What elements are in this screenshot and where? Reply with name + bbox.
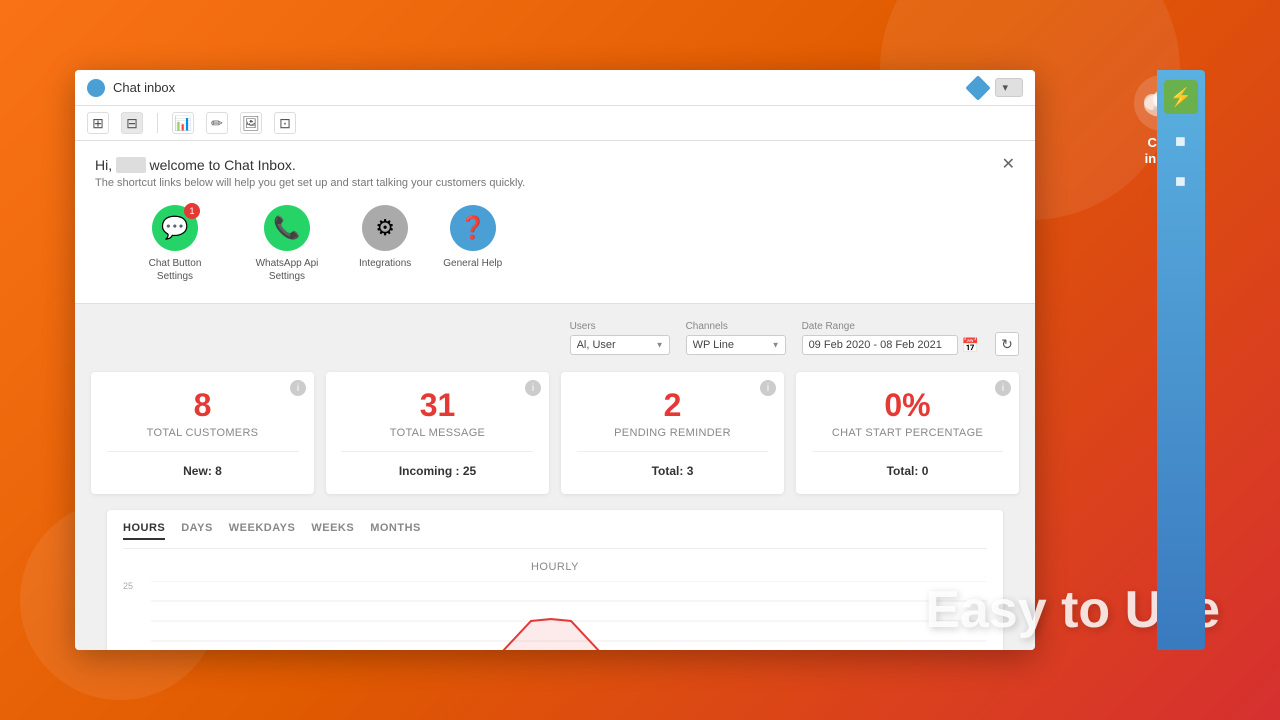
image-icon[interactable]: 🖼 [240,112,262,134]
username-redacted: User [116,157,146,173]
welcome-title: Hi, User welcome to Chat Inbox. [95,157,1015,173]
stat-value-percentage: 0% [884,388,930,423]
app-logo-icon [87,79,105,97]
welcome-banner: ✕ Hi, User welcome to Chat Inbox. The sh… [75,141,1035,304]
shortcut-label-whatsapp: WhatsApp Api Settings [247,257,327,283]
stat-label-percentage: CHAT START PERCENTAGE [832,427,983,439]
chart-area: 25 20 [123,581,987,650]
help-icon: ❓ [450,205,496,251]
stat-divider-4 [812,451,1003,452]
chart-icon[interactable]: 📊 [172,112,194,134]
stats-row: i 8 TOTAL CUSTOMERS New: 8 i 31 TOTAL ME… [91,372,1019,494]
stat-label-message: TOTAL MESSAGE [390,427,485,439]
stat-label-customers: TOTAL CUSTOMERS [147,427,259,439]
channels-select[interactable]: WP Line [686,335,786,355]
channels-label: Channels [686,321,786,332]
chart-tabs: HOURS DAYS WEEKDAYS WEEKS MONTHS [123,522,987,549]
shortcut-whatsapp-api[interactable]: 📞 WhatsApp Api Settings [247,205,327,283]
stat-label-reminder: PENDING REMINDER [614,427,731,439]
refresh-button[interactable]: ↻ [995,332,1019,356]
shortcut-label-chat: Chat Button Settings [135,257,215,283]
shortcut-chat-button[interactable]: 💬 1 Chat Button Settings [135,205,215,283]
calendar-icon[interactable]: 📅 [962,337,979,354]
dashboard-section: Users Al, User Channels WP Line [75,304,1035,650]
stat-value-customers: 8 [194,388,212,423]
date-input[interactable] [802,335,958,355]
close-banner-button[interactable]: ✕ [1002,157,1015,173]
users-select[interactable]: Al, User [570,335,670,355]
filters-row: Users Al, User Channels WP Line [91,320,1019,356]
stat-pending-reminder: i 2 PENDING REMINDER Total: 3 [561,372,784,494]
stat-value-message: 31 [420,388,456,423]
chart-title: HOURLY [123,561,987,573]
integrations-icon: ⚙ [362,205,408,251]
diamond-sidebar-icon-2[interactable]: ◆ [1163,163,1200,200]
stat-total-message: i 31 TOTAL MESSAGE Incoming : 25 [326,372,549,494]
stat-sub-percentage: Total: 0 [887,464,929,478]
stat-divider-3 [577,451,768,452]
box-icon[interactable]: ⊡ [274,112,296,134]
stat-divider-2 [342,451,533,452]
chart-section: HOURS DAYS WEEKDAYS WEEKS MONTHS HOURLY … [107,510,1003,650]
shortcut-label-integrations: Integrations [359,257,411,270]
edit-icon[interactable]: ✏ [206,112,228,134]
tab-weeks[interactable]: WEEKS [311,522,354,540]
whatsapp-chat-icon: 💬 1 [152,205,198,251]
channels-select-wrap: WP Line [686,335,786,355]
content-area: ✕ Hi, User welcome to Chat Inbox. The sh… [75,141,1035,650]
diamond-sidebar-icon[interactable]: ◆ [1163,123,1200,160]
channels-filter: Channels WP Line [686,321,786,355]
stat-sub-reminder: Total: 3 [652,464,694,478]
app-title: Chat inbox [113,80,175,95]
users-select-wrap: Al, User [570,335,670,355]
tab-weekdays[interactable]: WEEKDAYS [229,522,296,540]
tab-months[interactable]: MONTHS [370,522,421,540]
chart-y-axis: 25 20 [123,581,133,650]
whatsapp-api-icon: 📞 [264,205,310,251]
main-window: Chat inbox ▾ ⊞ ⊟ 📊 ✏ 🖼 ⊡ ✕ Hi, User welc… [75,70,1035,650]
stat-value-reminder: 2 [664,388,682,423]
title-dropdown[interactable]: ▾ [995,78,1023,97]
right-sidebar: ⚡ ◆ ◆ [1157,70,1205,650]
shortcut-badge: 1 [184,203,200,219]
date-label: Date Range [802,321,979,332]
users-label: Users [570,321,670,332]
title-diamond-icon [966,75,991,100]
date-filter: Date Range 📅 [802,321,979,355]
stat-total-customers: i 8 TOTAL CUSTOMERS New: 8 [91,372,314,494]
home-icon[interactable]: ⊞ [87,112,109,134]
shortcut-label-help: General Help [443,257,502,270]
title-bar: Chat inbox ▾ [75,70,1035,106]
info-icon-4[interactable]: i [995,380,1011,396]
y-label-25: 25 [123,581,133,591]
shortcut-general-help[interactable]: ❓ General Help [443,205,502,270]
toolbar-separator [157,113,158,133]
users-filter: Users Al, User [570,321,670,355]
grid-icon[interactable]: ⊟ [121,112,143,134]
toolbar: ⊞ ⊟ 📊 ✏ 🖼 ⊡ [75,106,1035,141]
stat-sub-message: Incoming : 25 [399,464,476,478]
info-icon-2[interactable]: i [525,380,541,396]
stat-sub-customers: New: 8 [183,464,222,478]
shortcut-integrations[interactable]: ⚙ Integrations [359,205,411,270]
stat-divider-1 [107,451,298,452]
stat-chat-start: i 0% CHAT START PERCENTAGE Total: 0 [796,372,1019,494]
tab-hours[interactable]: HOURS [123,522,165,540]
chart-svg [151,581,987,650]
shortcut-icons-row: 💬 1 Chat Button Settings 📞 WhatsApp Api … [95,205,1015,283]
welcome-subtitle: The shortcut links below will help you g… [95,177,1015,189]
tab-days[interactable]: DAYS [181,522,213,540]
power-button[interactable]: ⚡ [1164,80,1198,114]
info-icon-3[interactable]: i [760,380,776,396]
info-icon-1[interactable]: i [290,380,306,396]
